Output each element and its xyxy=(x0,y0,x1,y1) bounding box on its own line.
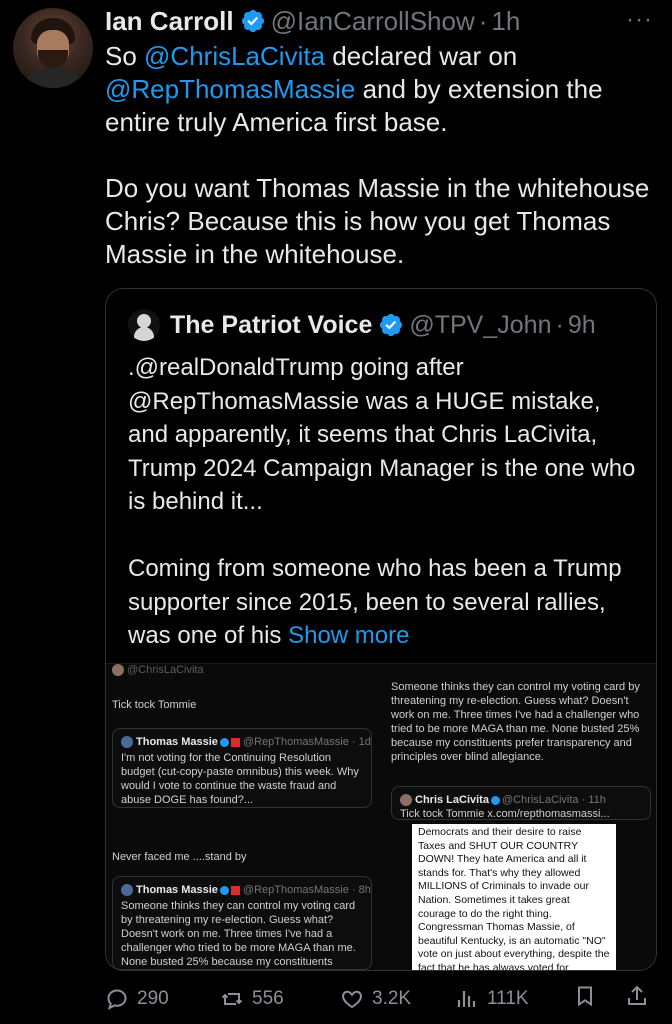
tweet-text-segment: declared war on xyxy=(325,41,518,71)
action-bar: 290 556 3.2K 111K xyxy=(105,984,665,1014)
reply-count: 290 xyxy=(137,988,169,1009)
author-handle[interactable]: @IanCarrollShow xyxy=(271,6,475,36)
media-never-faced: Never faced me ....stand by xyxy=(112,851,247,863)
tweet-text-segment: So xyxy=(105,41,145,71)
like-count: 3.2K xyxy=(372,988,412,1009)
media-truth-social-post: Democrats and their desire to raise Taxe… xyxy=(412,824,616,970)
mention-link[interactable]: @RepThomasMassie xyxy=(105,74,355,104)
quoted-header: The Patriot Voice @TPV_John · 9h xyxy=(128,309,596,341)
more-icon[interactable]: ··· xyxy=(626,8,653,32)
tweet-text-segment: and by extension the xyxy=(355,74,603,104)
reply-button[interactable]: 290 xyxy=(105,984,169,1014)
media-card-massie-2: Thomas Massie @RepThomasMassie · 8h Someo… xyxy=(112,876,372,970)
verified-badge-icon xyxy=(241,9,264,33)
tweet-header: Ian Carroll @IanCarrollShow · 1h xyxy=(105,6,520,36)
bookmark-button[interactable] xyxy=(573,984,605,1008)
author-name[interactable]: Ian Carroll xyxy=(105,6,234,36)
media-card-lacivita: Chris LaCivita @ChrisLaCivita · 11h Tick … xyxy=(391,786,651,820)
views-icon xyxy=(457,991,476,1007)
quoted-avatar[interactable] xyxy=(128,309,160,341)
like-icon xyxy=(342,990,362,1009)
separator-dot: · xyxy=(478,6,488,36)
tweet-body: So @ChrisLaCivita declared war on @RepTh… xyxy=(105,40,665,271)
author-avatar[interactable] xyxy=(13,8,93,88)
views-count: 111K xyxy=(487,988,529,1009)
tweet-paragraph: Do you want Thomas Massie in the whiteho… xyxy=(105,173,650,269)
tweet-time[interactable]: 1h xyxy=(491,6,520,36)
repost-icon xyxy=(221,993,243,1005)
media-top-handle: @ChrisLaCivita xyxy=(112,664,204,677)
views-button[interactable]: 111K xyxy=(455,984,529,1014)
media-right-text: Someone thinks they can control my votin… xyxy=(391,681,640,763)
share-icon xyxy=(628,985,646,1005)
quoted-handle[interactable]: @TPV_John xyxy=(409,309,551,341)
like-button[interactable]: 3.2K xyxy=(340,984,411,1014)
media-tick-tock: Tick tock Tommie xyxy=(112,699,197,711)
verified-badge-icon xyxy=(380,313,403,337)
show-more-link[interactable]: Show more xyxy=(288,622,409,649)
tweet-text-segment: entire truly America first base. xyxy=(105,107,448,137)
quoted-author-name[interactable]: The Patriot Voice xyxy=(170,309,372,341)
quoted-paragraph: .@realDonaldTrump going after @RepThomas… xyxy=(128,354,636,515)
quoted-body: .@realDonaldTrump going after @RepThomas… xyxy=(128,351,640,653)
quoted-time[interactable]: 9h xyxy=(568,309,596,341)
quoted-tweet[interactable]: The Patriot Voice @TPV_John · 9h .@realD… xyxy=(105,288,657,971)
mention-link[interactable]: @ChrisLaCivita xyxy=(144,41,325,71)
repost-button[interactable]: 556 xyxy=(220,984,284,1014)
separator-dot: · xyxy=(555,311,564,339)
media-card-massie-1: Thomas Massie @RepThomasMassie · 1d I'm n… xyxy=(112,728,372,808)
share-button[interactable] xyxy=(625,984,657,1008)
bookmark-icon xyxy=(578,986,592,1007)
repost-count: 556 xyxy=(252,988,284,1009)
media-image[interactable]: @ChrisLaCivita Tick tock Tommie Thomas M… xyxy=(106,663,656,970)
reply-icon xyxy=(107,989,127,1010)
